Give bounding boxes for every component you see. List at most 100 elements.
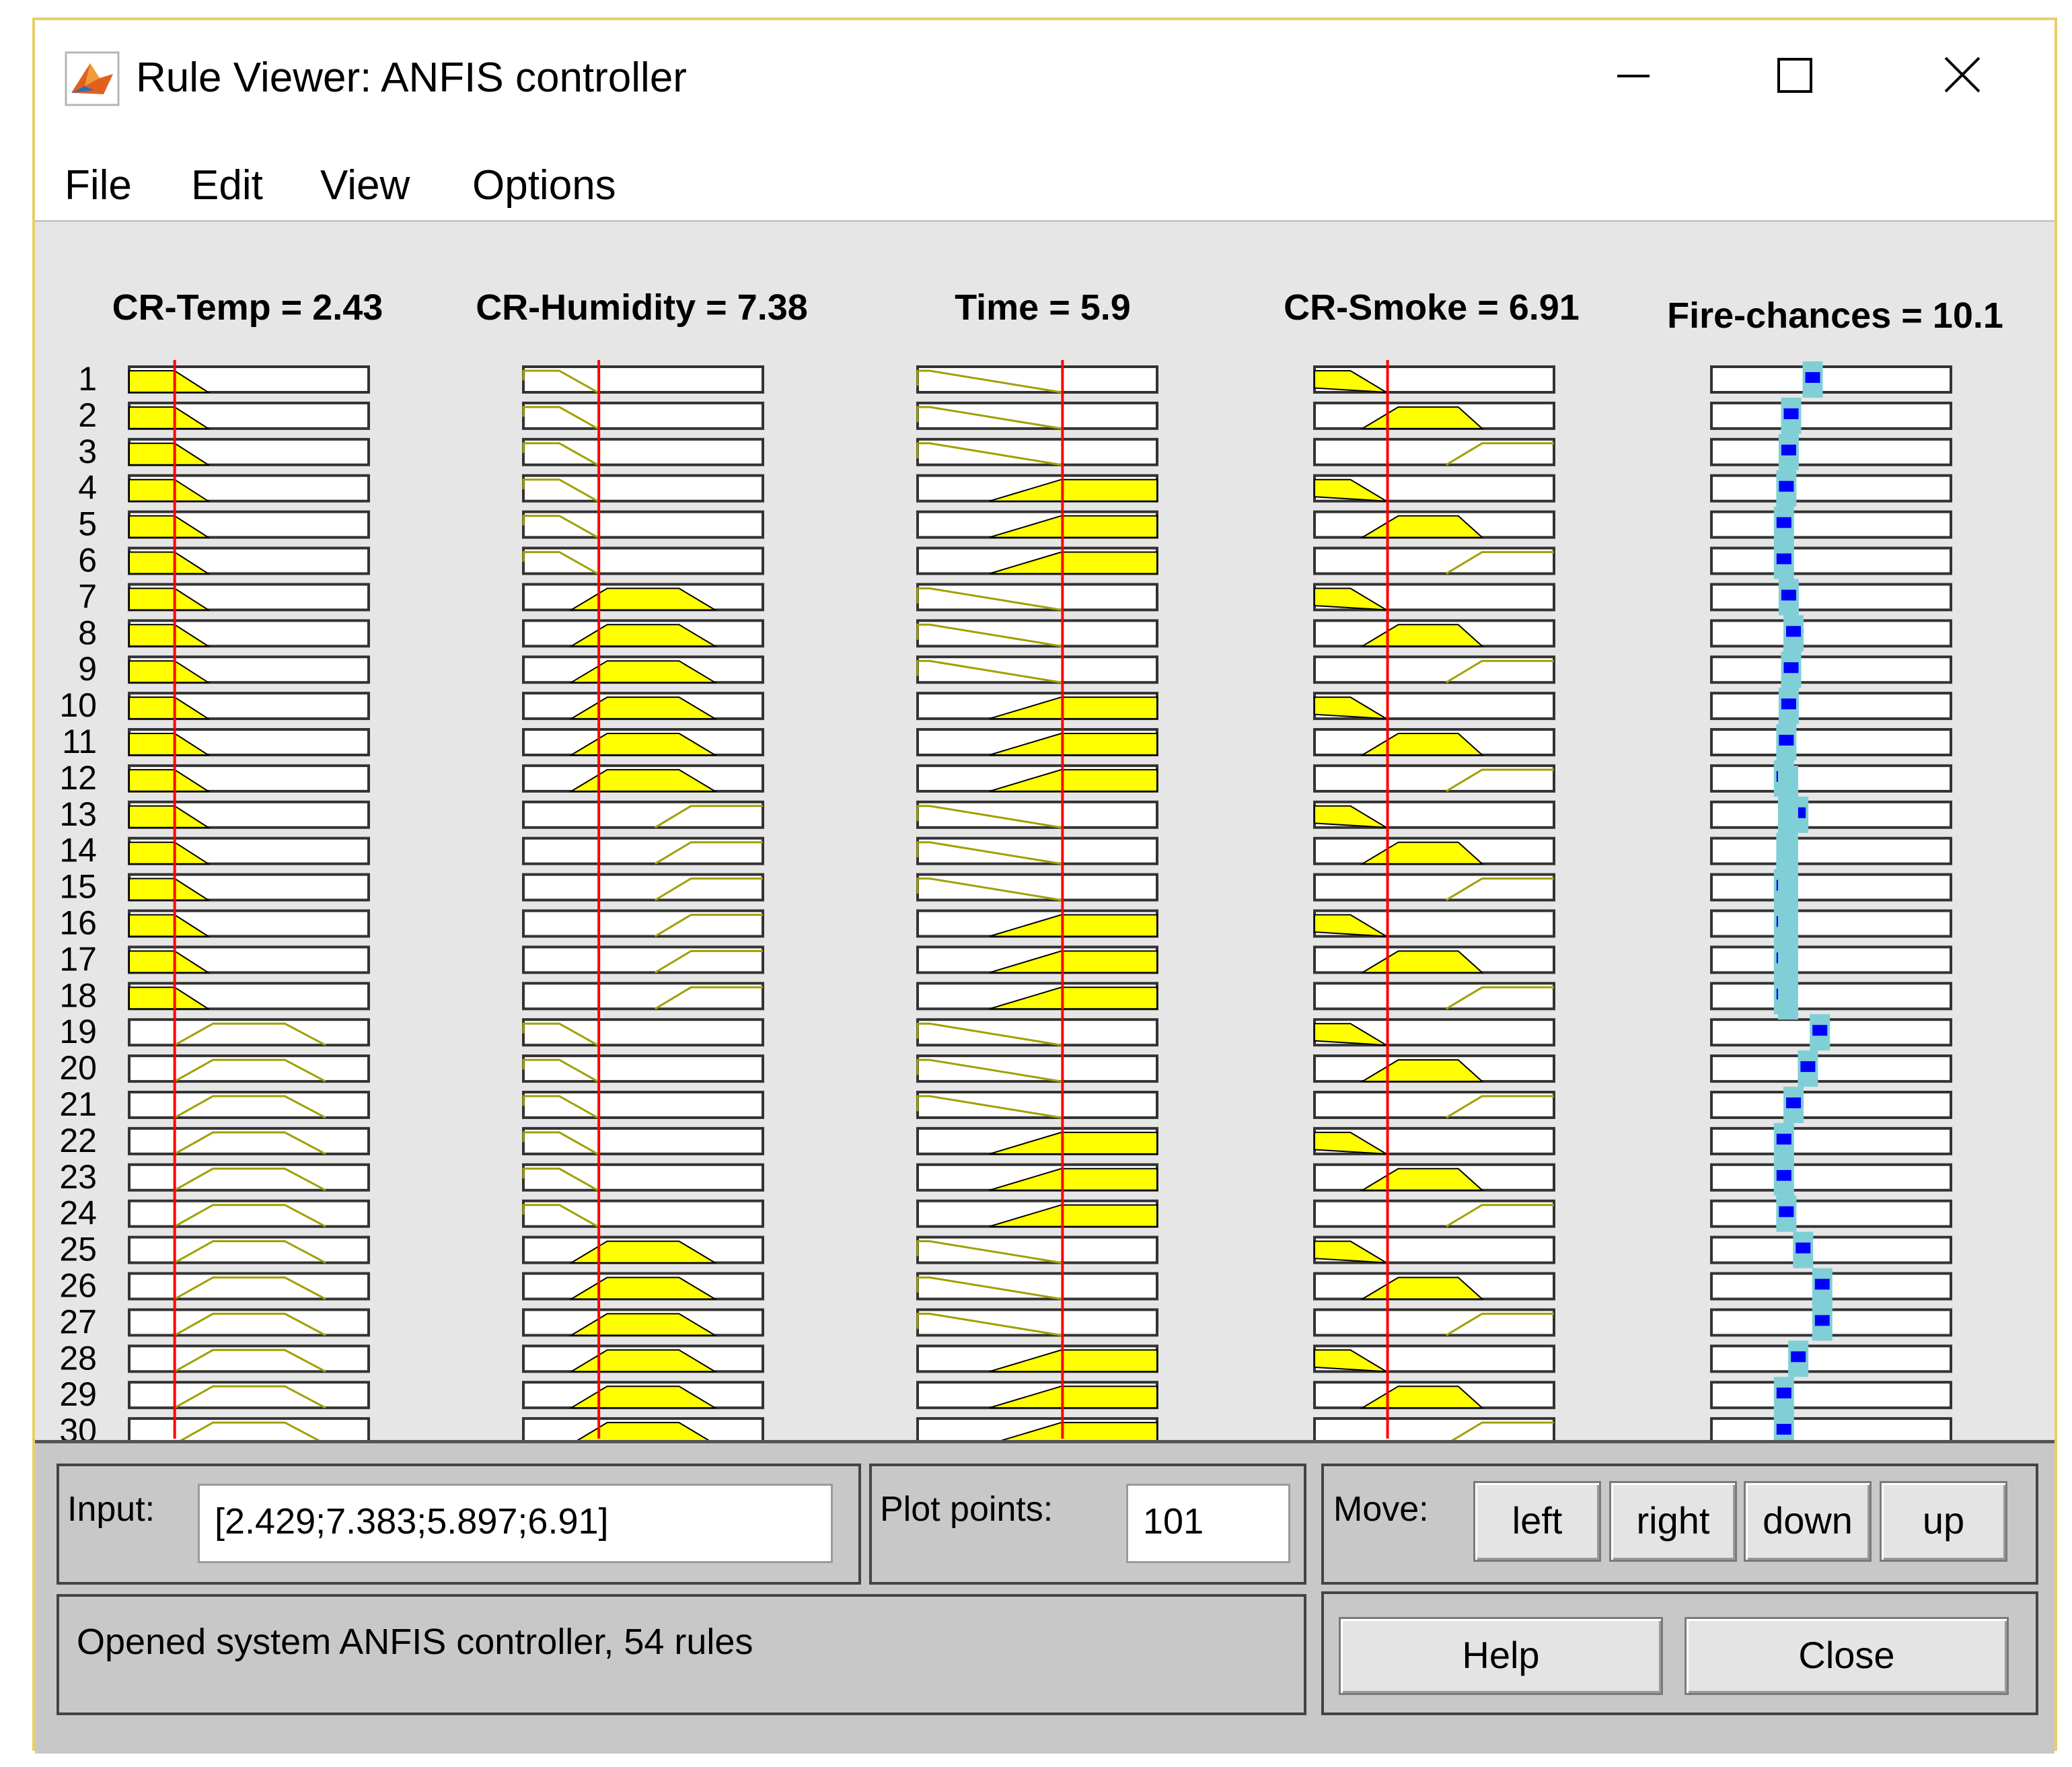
rule-number: 4 (78, 469, 97, 507)
output-value-mark (1814, 1278, 1830, 1290)
rule-number: 28 (59, 1339, 97, 1377)
rule-number: 26 (59, 1267, 97, 1305)
rule-number: 22 (59, 1122, 97, 1159)
output-value-mark (1781, 698, 1796, 710)
rule-plot-box (1710, 437, 1952, 466)
menu-options[interactable]: Options (472, 161, 616, 209)
move-right-button[interactable]: right (1609, 1481, 1737, 1562)
rule-plot-box (1710, 692, 1952, 721)
rule-plot-box (1710, 583, 1952, 612)
menu-edit[interactable]: Edit (191, 161, 263, 209)
close-window-button[interactable] (1912, 39, 2013, 113)
menu-view[interactable]: View (320, 161, 410, 209)
minimize-button[interactable] (1582, 39, 1683, 113)
plot-points-field[interactable]: 101 (1126, 1484, 1290, 1563)
rule-plot-box (1710, 474, 1952, 503)
rule-plot-box (1710, 728, 1952, 756)
rule-plot-box (1710, 1163, 1952, 1192)
matlab-app-icon (65, 51, 120, 106)
output-value-mark (1791, 1351, 1806, 1363)
help-close-panel: Help Close (1321, 1591, 2038, 1715)
variable-title-cr-smoke: CR-Smoke = 6.91 (1284, 287, 1580, 328)
title-bar[interactable]: Rule Viewer: ANFIS controller (35, 20, 2055, 128)
control-panel: Input: [2.429;7.383;5.897;6.91] Plot poi… (35, 1440, 2055, 1754)
rule-plot-box (1710, 1381, 1952, 1410)
output-value-mark (1776, 1387, 1791, 1399)
rule-number: 18 (59, 976, 97, 1014)
window-title: Rule Viewer: ANFIS controller (136, 55, 687, 101)
output-value-mark (1814, 1315, 1830, 1326)
rule-number: 1 (78, 360, 97, 398)
output-value-mark (1800, 1061, 1816, 1073)
rule-number: 12 (59, 759, 97, 797)
rule-plot-box (1710, 1235, 1952, 1264)
rule-plot-box (1710, 764, 1952, 793)
rule-plot-box (1710, 1091, 1952, 1119)
rule-number: 14 (59, 832, 97, 869)
move-panel: Move: left right down up (1321, 1464, 2038, 1585)
close-icon (1944, 57, 1981, 93)
rule-viewer-window: Rule Viewer: ANFIS controller File Edit … (32, 17, 2057, 1754)
rule-plot-box (1710, 800, 1952, 829)
output-value-mark (1776, 1424, 1791, 1435)
rule-plot-box (1710, 1199, 1952, 1228)
output-value-mark (1786, 1097, 1802, 1108)
rule-number: 29 (59, 1375, 97, 1413)
output-value-mark (1783, 408, 1799, 419)
status-panel: Opened system ANFIS controller, 54 rules (57, 1594, 1306, 1715)
rule-number: 17 (59, 940, 97, 978)
output-value-mark (1776, 1169, 1791, 1181)
rule-plot-box (1710, 982, 1952, 1011)
rule-plot-box (1710, 365, 1952, 394)
rule-number: 8 (78, 614, 97, 651)
rule-plot-box (1710, 546, 1952, 575)
input-label: Input: (67, 1490, 155, 1529)
rule-number: 25 (59, 1231, 97, 1268)
rule-number: 19 (59, 1013, 97, 1050)
rule-number: 13 (59, 795, 97, 833)
plot-points-label: Plot points: (880, 1490, 1053, 1529)
rule-number: 24 (59, 1194, 97, 1232)
rule-number: 20 (59, 1049, 97, 1087)
rule-number: 5 (78, 505, 97, 543)
output-value-mark (1776, 517, 1791, 528)
rule-plot-box (1710, 1018, 1952, 1047)
output-value-mark (1776, 553, 1791, 565)
variable-title-cr-temp: CR-Temp = 2.43 (112, 287, 383, 328)
rule-number: 23 (59, 1158, 97, 1196)
output-value-mark (1786, 626, 1802, 637)
rule-number: 9 (78, 650, 97, 688)
maximize-button[interactable] (1744, 39, 1845, 113)
output-value-mark (1779, 1206, 1794, 1217)
rule-plot-area: CR-Temp = 2.43 CR-Humidity = 7.38 Time = 5… (35, 222, 2055, 1457)
rule-plot-box (1710, 1054, 1952, 1083)
help-button[interactable]: Help (1339, 1617, 1663, 1695)
rule-plot-box (1710, 655, 1952, 684)
rule-plot-box (1710, 836, 1952, 865)
variable-title-cr-humidity: CR-Humidity = 7.38 (476, 287, 808, 328)
rule-number: 16 (59, 904, 97, 942)
output-value-mark (1781, 589, 1796, 601)
move-down-button[interactable]: down (1744, 1481, 1872, 1562)
close-button[interactable]: Close (1685, 1617, 2009, 1695)
output-value-mark (1812, 1025, 1828, 1036)
move-left-button[interactable]: left (1473, 1481, 1601, 1562)
rule-number: 27 (59, 1303, 97, 1340)
variable-title-time: Time = 5.9 (955, 287, 1131, 328)
output-value-mark (1779, 735, 1794, 746)
maximize-icon (1777, 58, 1812, 93)
output-value-mark (1796, 1242, 1811, 1254)
output-value-mark (1783, 662, 1799, 674)
move-up-button[interactable]: up (1880, 1481, 2007, 1562)
output-value-mark (1781, 444, 1796, 456)
output-value-mark (1779, 480, 1794, 492)
rule-plot-box (1710, 1344, 1952, 1373)
menu-file[interactable]: File (65, 161, 132, 209)
rule-number: 21 (59, 1085, 97, 1123)
rule-number: 7 (78, 577, 97, 615)
input-field[interactable]: [2.429;7.383;5.897;6.91] (198, 1484, 833, 1563)
rule-plot-box (1710, 909, 1952, 938)
rule-number: 3 (78, 433, 97, 470)
rule-number: 6 (78, 542, 97, 579)
plot-points-panel: Plot points: 101 (869, 1464, 1306, 1585)
